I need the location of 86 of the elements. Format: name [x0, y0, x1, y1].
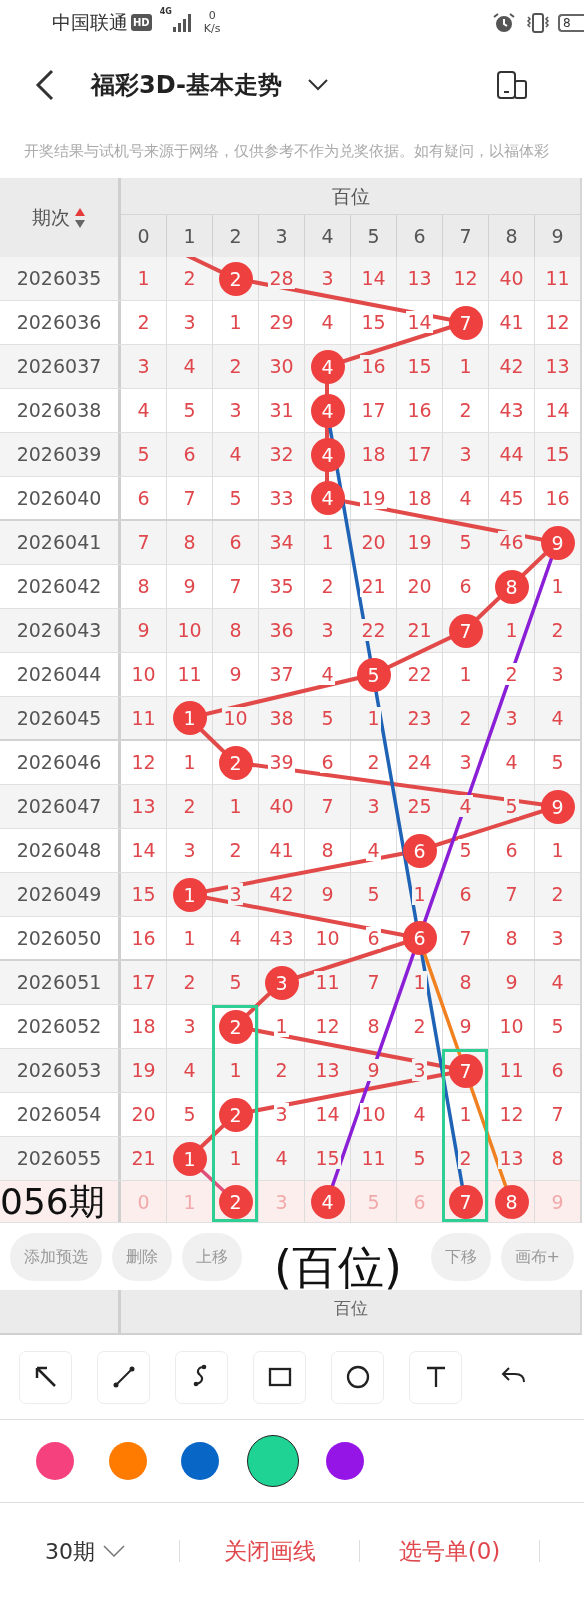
annotation-text: (百位) — [274, 1244, 402, 1290]
number-ball: 2 — [218, 745, 253, 780]
number-ball: 6 — [402, 833, 437, 868]
column-header[interactable]: 期次 — [32, 203, 70, 232]
period-cell: 2026053 — [0, 1049, 121, 1092]
period-cell: 2026039 — [0, 433, 121, 476]
number-ball: 7 — [448, 305, 483, 340]
table-cell: 22 — [360, 619, 387, 641]
number-ball: 1 — [172, 1141, 207, 1176]
number-ball: 9 — [540, 525, 575, 560]
table-cell: 6 — [366, 927, 381, 949]
tool-button[interactable] — [331, 1350, 384, 1404]
period-cell: 2026047 — [0, 785, 121, 828]
tool-button[interactable] — [409, 1350, 462, 1404]
table-cell: 3 — [228, 883, 243, 905]
table-cell: 5 — [504, 795, 519, 817]
number-ball: 2 — [218, 261, 253, 296]
annotation-text: 056期 — [0, 1183, 105, 1220]
table-cell: 14 — [406, 311, 433, 333]
back-icon[interactable] — [35, 69, 55, 101]
signal-icon — [171, 12, 194, 33]
period-cell: 2026049 — [0, 873, 121, 916]
toolbar-link[interactable]: 关闭画线 — [223, 1533, 316, 1569]
action-button[interactable]: 删除 — [112, 1232, 172, 1281]
battery-level: 8 — [558, 13, 584, 32]
tool-button[interactable] — [19, 1350, 72, 1404]
period-cell: 2026051 — [0, 961, 121, 1004]
toolbar-link[interactable]: 选号单(0) — [398, 1533, 501, 1569]
number-ball: 6 — [402, 921, 437, 955]
number-ball: 8 — [494, 569, 529, 604]
number-ball: 4 — [310, 437, 345, 472]
number-ball: 2 — [218, 1009, 253, 1044]
color-swatch[interactable] — [246, 1435, 299, 1487]
tool-button[interactable] — [253, 1350, 306, 1404]
number-ball: 3 — [264, 965, 299, 1000]
disclaimer-text: 开奖结果与试机号来源于网络，仅供参考不作为兑奖依据。如有疑问，以福体彩 — [23, 142, 550, 161]
group-header: 百位 — [121, 178, 580, 215]
speed-unit: K/s — [203, 22, 221, 35]
chevron-down-icon[interactable] — [308, 79, 329, 91]
period-cell: 2026043 — [0, 609, 121, 652]
period-cell: 2026045 — [0, 697, 121, 739]
speed-value: 0 — [208, 10, 216, 23]
carrier-name: 中国联通 — [52, 10, 128, 36]
number-ball: 1 — [172, 701, 207, 735]
number-ball[interactable]: 4 — [310, 1184, 345, 1219]
color-swatch[interactable] — [181, 1442, 220, 1480]
table-cell: 1 — [366, 707, 381, 729]
table-cell: 9 — [366, 1059, 381, 1081]
period-select[interactable]: 30期 — [45, 1534, 95, 1568]
number-ball: 4 — [310, 349, 345, 384]
action-button[interactable]: 画布+ — [500, 1232, 574, 1281]
tool-button[interactable] — [175, 1350, 228, 1404]
period-cell: 2026037 — [0, 345, 121, 388]
number-ball: 1 — [172, 877, 207, 912]
number-ball: 7 — [448, 1053, 483, 1088]
number-ball[interactable]: 8 — [494, 1184, 529, 1219]
vibrate-icon — [524, 11, 552, 34]
number-ball: 9 — [540, 789, 575, 824]
number-ball: 5 — [356, 657, 391, 692]
number-ball: 4 — [310, 393, 345, 428]
number-ball: 7 — [448, 613, 483, 648]
network-type: 4G — [159, 8, 172, 16]
period-cell: 2026035 — [0, 257, 121, 300]
sort-icon[interactable] — [74, 206, 86, 229]
group-header: 百位 — [333, 1298, 368, 1318]
period-cell: 2026041 — [0, 521, 121, 564]
action-button[interactable]: 上移 — [182, 1232, 242, 1281]
number-ball[interactable]: 7 — [448, 1184, 483, 1219]
column-header: 0 — [136, 224, 151, 249]
table-cell: 4 — [458, 795, 473, 817]
device-icon[interactable] — [497, 71, 527, 99]
number-ball[interactable]: 2 — [218, 1184, 253, 1219]
table-cell: 3 — [412, 1059, 427, 1081]
table-cell: 1 — [412, 971, 427, 993]
action-button[interactable]: 下移 — [430, 1232, 491, 1281]
action-button[interactable]: 添加预选 — [10, 1232, 102, 1281]
table-cell: 2 — [504, 663, 519, 685]
color-swatch[interactable] — [36, 1442, 75, 1480]
number-ball: 4 — [310, 481, 345, 515]
number-ball: 2 — [218, 1097, 253, 1132]
color-swatch[interactable] — [326, 1442, 365, 1480]
page-title: 福彩3D-基本走势 — [91, 70, 283, 101]
color-swatch[interactable] — [108, 1442, 147, 1480]
alarm-icon — [492, 11, 516, 34]
hd-badge: HD — [131, 14, 152, 31]
tool-button[interactable] — [97, 1350, 150, 1404]
